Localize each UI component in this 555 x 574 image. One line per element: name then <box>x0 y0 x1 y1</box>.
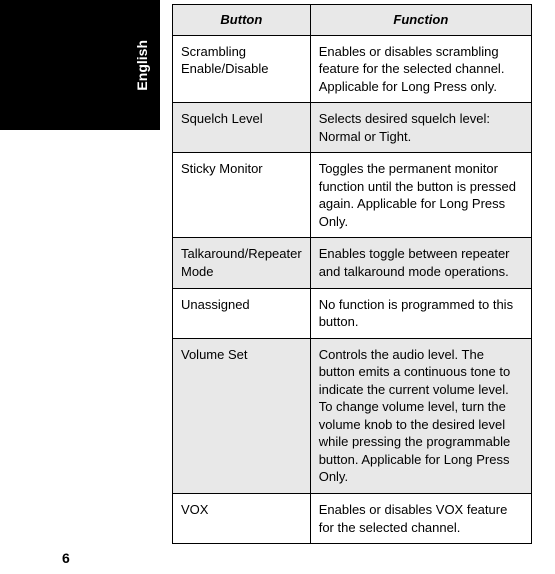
header-function: Function <box>310 5 531 36</box>
cell-function: Controls the audio level. The button emi… <box>310 338 531 493</box>
table-row: Talkaround/Repeater Mode Enables toggle … <box>173 238 532 288</box>
function-table: Button Function Scrambling Enable/Disabl… <box>172 4 532 544</box>
page-number: 6 <box>62 550 70 566</box>
language-tab: English <box>0 0 160 130</box>
cell-function: Enables or disables scrambling feature f… <box>310 35 531 103</box>
cell-function: Enables or disables VOX feature for the … <box>310 494 531 544</box>
cell-function: Selects desired squelch level: Normal or… <box>310 103 531 153</box>
cell-function: No function is programmed to this button… <box>310 288 531 338</box>
table-row: Unassigned No function is programmed to … <box>173 288 532 338</box>
cell-button: Scrambling Enable/Disable <box>173 35 311 103</box>
table-row: Scrambling Enable/Disable Enables or dis… <box>173 35 532 103</box>
cell-function: Toggles the permanent monitor function u… <box>310 153 531 238</box>
table-header-row: Button Function <box>173 5 532 36</box>
language-label: English <box>134 40 150 91</box>
cell-button: VOX <box>173 494 311 544</box>
function-table-container: Button Function Scrambling Enable/Disabl… <box>172 4 532 544</box>
table-row: VOX Enables or disables VOX feature for … <box>173 494 532 544</box>
header-button: Button <box>173 5 311 36</box>
cell-function: Enables toggle between repeater and talk… <box>310 238 531 288</box>
table-row: Squelch Level Selects desired squelch le… <box>173 103 532 153</box>
cell-button: Unassigned <box>173 288 311 338</box>
table-row: Volume Set Controls the audio level. The… <box>173 338 532 493</box>
table-row: Sticky Monitor Toggles the permanent mon… <box>173 153 532 238</box>
cell-button: Volume Set <box>173 338 311 493</box>
cell-button: Squelch Level <box>173 103 311 153</box>
cell-button: Sticky Monitor <box>173 153 311 238</box>
cell-button: Talkaround/Repeater Mode <box>173 238 311 288</box>
